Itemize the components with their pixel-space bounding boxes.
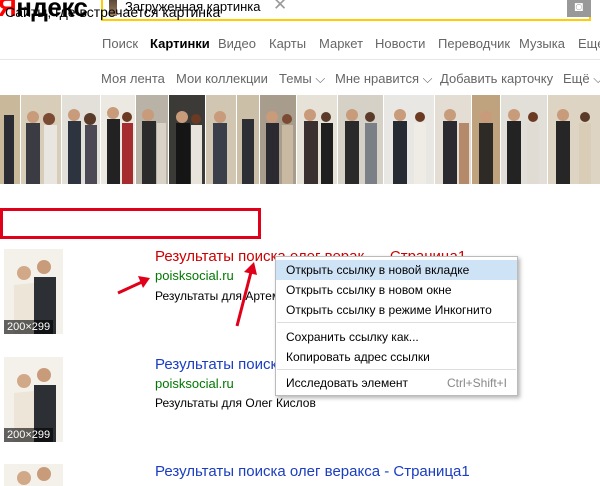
menu-shortcut: Ctrl+Shift+I	[446, 376, 507, 390]
menu-open-new-tab[interactable]: Открыть ссылку в новой вкладке	[276, 260, 517, 280]
arrow-to-link	[235, 262, 257, 327]
menu-item-label: Открыть ссылку в новой вкладке	[286, 263, 470, 277]
menu-separator	[277, 369, 516, 370]
menu-save-link-as[interactable]: Сохранить ссылку как...	[276, 327, 517, 347]
menu-open-new-window[interactable]: Открыть ссылку в новом окне	[276, 280, 517, 300]
menu-item-label: Исследовать элемент	[286, 376, 409, 390]
menu-inspect-element[interactable]: Исследовать элемент Ctrl+Shift+I	[276, 373, 517, 393]
arrow-to-url	[117, 276, 150, 295]
menu-item-label: Сохранить ссылку как...	[286, 330, 419, 344]
menu-item-label: Копировать адрес ссылки	[286, 350, 430, 364]
menu-copy-link-address[interactable]: Копировать адрес ссылки	[276, 347, 517, 367]
menu-item-label: Открыть ссылку в новом окне	[286, 283, 452, 297]
menu-item-label: Открыть ссылку в режиме Инкогнито	[286, 303, 492, 317]
annotation-arrows	[117, 261, 508, 327]
menu-open-incognito[interactable]: Открыть ссылку в режиме Инкогнито	[276, 300, 517, 320]
context-menu: Открыть ссылку в новой вкладке Открыть с…	[275, 256, 518, 396]
menu-separator	[277, 322, 516, 323]
